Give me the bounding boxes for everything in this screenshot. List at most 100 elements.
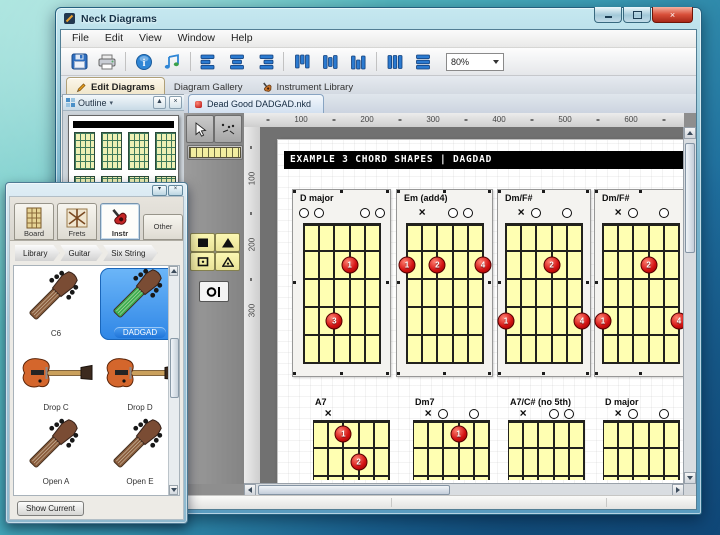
horizontal-scroll-thumb[interactable] [258,485,450,495]
selection-handle[interactable] [595,372,598,375]
palette-tab-instr[interactable]: Instr [100,203,140,240]
fretboard-tool[interactable] [187,145,243,160]
instrument-item-c6[interactable]: C6 [16,268,96,340]
selection-handle[interactable] [488,190,491,193]
scroll-up-icon[interactable] [169,266,178,276]
palette-body: Board Frets Instr Other Library Guitar Six St… [9,196,184,520]
chord-diagram-frame[interactable]: D major 1 3 [292,189,391,377]
notes-button[interactable] [159,50,185,73]
selection-handle[interactable] [397,372,400,375]
align-middle-button[interactable] [317,50,343,73]
info-button[interactable]: i [131,50,157,73]
breadcrumb-six-string[interactable]: Six String [103,245,157,261]
selection-handle[interactable] [293,190,296,193]
fret-line [505,334,583,336]
vertical-scroll-thumb[interactable] [685,143,695,253]
vertical-scrollbar[interactable] [683,127,696,484]
distribute-horizontal-button[interactable] [382,50,408,73]
align-right-button[interactable] [252,50,278,73]
fretboard-strip-icon [189,147,241,158]
selection-handle[interactable] [586,372,589,375]
palette-titlebar[interactable]: ▾ × [6,183,187,196]
open-string-tool[interactable] [199,281,229,302]
outline-triangle-tool[interactable] [215,252,240,271]
filled-square-tool[interactable] [190,233,215,252]
selection-handle[interactable] [386,190,389,193]
scroll-up-icon[interactable] [684,127,696,139]
palette-close-icon[interactable]: × [168,185,183,196]
align-top-button[interactable] [289,50,315,73]
close-button[interactable]: × [652,7,693,23]
chord-diagram[interactable]: A7 × 1 2 [313,397,390,484]
chord-diagram[interactable]: D major × [603,397,680,484]
fret-line [413,420,490,423]
save-button[interactable] [66,50,92,73]
selection-handle[interactable] [293,281,296,284]
string-line [662,420,665,480]
selection-handle[interactable] [498,190,501,193]
page[interactable]: EXAMPLE 3 CHORD SHAPES | DAGDAD D major 1… [277,139,684,484]
palette-tab-frets[interactable]: Frets [57,203,97,240]
align-bottom-button[interactable] [345,50,371,73]
selection-handle[interactable] [293,372,296,375]
scroll-down-icon[interactable] [684,472,696,484]
selection-handle[interactable] [595,281,598,284]
breadcrumb-library[interactable]: Library [15,245,59,261]
selection-handle[interactable] [586,190,589,193]
menu-help[interactable]: Help [223,30,261,47]
menu-file[interactable]: File [64,30,97,47]
menu-edit[interactable]: Edit [97,30,131,47]
outline-pin-icon[interactable]: ▲ [153,96,166,109]
instrument-item-drop-c[interactable]: Drop C [16,342,96,414]
chord-diagram[interactable]: A7/C# (no 5th) × [508,397,585,484]
string-line [413,420,414,480]
filled-triangle-tool[interactable] [215,233,240,252]
scroll-down-icon[interactable] [169,485,178,495]
selection-handle[interactable] [498,281,501,284]
selection-handle[interactable] [488,372,491,375]
chord-diagram[interactable]: Dm7 × 1 [413,397,490,484]
string-line [583,420,585,480]
zoom-select[interactable]: 80% [446,52,504,71]
menu-view[interactable]: View [131,30,170,47]
breadcrumb-guitar[interactable]: Guitar [60,245,102,261]
zoom-value: 80% [451,56,470,67]
titlebar[interactable]: Neck Diagrams × [56,7,701,29]
palette-tab-board[interactable]: Board [14,203,54,240]
select-tool[interactable] [186,115,214,143]
string-line [632,420,635,480]
instrument-item-open-a[interactable]: Open A [16,416,96,488]
distribute-vertical-button[interactable] [410,50,436,73]
palette-collapse-icon[interactable]: ▾ [152,185,167,196]
chord-diagram-frame[interactable]: Em (add4) × 1 2 4 [396,189,493,377]
fret-line [406,223,484,226]
selection-handle[interactable] [586,281,589,284]
selection-handle[interactable] [488,281,491,284]
ruler-label: 100 [294,115,308,124]
palette-tab-other[interactable]: Other [143,214,183,240]
canvas[interactable]: EXAMPLE 3 CHORD SHAPES | DAGDAD D major 1… [260,127,684,484]
list-scroll-thumb[interactable] [170,338,179,398]
selection-handle[interactable] [498,372,501,375]
print-button[interactable] [94,50,120,73]
chord-diagram-frame[interactable]: Dm/F# × 2 1 4 [497,189,591,377]
selection-handle[interactable] [397,281,400,284]
minimize-button[interactable] [594,7,622,23]
selection-handle[interactable] [386,281,389,284]
menu-window[interactable]: Window [170,30,223,47]
outline-square-tool[interactable] [190,252,215,271]
chord-diagram-frame[interactable]: Dm/F# × 2 1 4 [594,189,684,377]
align-center-button[interactable] [224,50,250,73]
document-tab[interactable]: Dead Good DADGAD.nkd [188,94,325,113]
show-current-button[interactable]: Show Current [17,501,84,516]
symbols-tool[interactable] [214,115,242,143]
selection-handle[interactable] [386,372,389,375]
outline-close-icon[interactable]: × [169,96,182,109]
list-scrollbar[interactable] [168,266,179,495]
selection-handle[interactable] [397,190,400,193]
outline-panel-header[interactable]: Outline ▾ ▲ × [63,95,185,111]
selection-handle[interactable] [595,190,598,193]
maximize-button[interactable] [623,7,651,23]
title-banner[interactable]: EXAMPLE 3 CHORD SHAPES | DAGDAD [284,151,684,169]
align-left-button[interactable] [196,50,222,73]
